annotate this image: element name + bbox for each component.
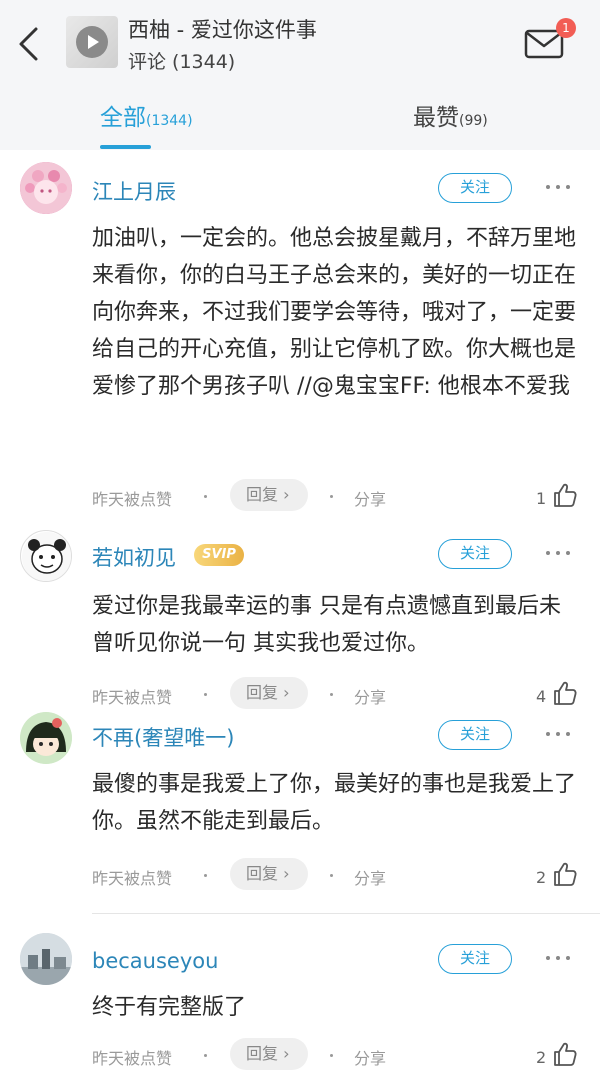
share-button[interactable]: 分享	[354, 486, 386, 510]
more-dots-icon	[556, 956, 560, 960]
reply-button[interactable]: 回复 ›	[230, 677, 308, 709]
comments-title: 评论 (1344)	[128, 51, 236, 73]
reply-button[interactable]: 回复 ›	[230, 858, 308, 890]
avatar-image	[20, 162, 72, 214]
separator-dot	[330, 693, 333, 696]
username[interactable]: 不再(奢望唯一)	[92, 722, 234, 752]
separator-dot	[330, 1054, 333, 1057]
share-button[interactable]: 分享	[354, 865, 386, 889]
more-options-button[interactable]	[542, 181, 574, 195]
thumbs-up-icon	[554, 862, 577, 886]
comment-text: 最傻的事是我爱上了你，最美好的事也是我爱上了你。虽然不能走到最后。	[92, 772, 577, 834]
avatar-image	[20, 933, 72, 985]
song-title: 西柚 - 爱过你这件事	[128, 18, 317, 42]
like-button[interactable]	[552, 861, 578, 887]
more-dots-icon	[546, 732, 550, 736]
follow-button[interactable]: 关注	[438, 944, 512, 974]
follow-button[interactable]: 关注	[438, 720, 512, 750]
tab-label: 全部	[100, 105, 146, 131]
comment-text: 爱过你是我最幸运的事 只是有点遗憾直到最后未曾听见你说一句 其实我也爱过你。	[92, 594, 561, 656]
tab-top[interactable]: 最赞(99)	[413, 98, 488, 150]
more-dots-icon	[546, 956, 550, 960]
song-cover[interactable]	[66, 16, 118, 68]
comment-item: 不再(奢望唯一) 关注 最傻的事是我爱上了你，最美好的事也是我爱上了你。虽然不能…	[0, 710, 600, 915]
username[interactable]: becauseyou	[92, 949, 218, 973]
back-button[interactable]	[14, 26, 44, 62]
tab-label: 最赞	[413, 105, 459, 131]
comment-time: 昨天被点赞	[92, 869, 173, 888]
like-count: 2	[536, 868, 547, 887]
more-options-button[interactable]	[542, 728, 574, 742]
separator-dot	[330, 874, 333, 877]
more-dots-icon	[556, 185, 560, 189]
separator-dot	[330, 495, 333, 498]
more-dots-icon	[546, 551, 550, 555]
like-button[interactable]	[552, 482, 578, 508]
more-dots-icon	[556, 732, 560, 736]
like-button[interactable]	[552, 680, 578, 706]
reply-button[interactable]: 回复 ›	[230, 479, 308, 511]
active-tab-indicator	[100, 145, 151, 149]
follow-button[interactable]: 关注	[438, 173, 512, 203]
like-button[interactable]	[552, 1041, 578, 1067]
avatar[interactable]	[20, 712, 72, 764]
comment-time: 昨天被点赞	[92, 490, 173, 509]
more-options-button[interactable]	[542, 547, 574, 561]
comment-time: 昨天被点赞	[92, 1049, 173, 1068]
tab-count: (99)	[459, 113, 488, 129]
more-dots-icon	[566, 956, 570, 960]
share-button[interactable]: 分享	[354, 1045, 386, 1069]
divider	[92, 913, 600, 914]
username[interactable]: 若如初见	[92, 542, 176, 572]
like-count: 4	[536, 687, 547, 706]
like-count: 2	[536, 1048, 547, 1067]
header: 西柚 - 爱过你这件事 评论 (1344) 1 全部(1344) 最赞(99)	[0, 0, 600, 150]
tab-all[interactable]: 全部(1344)	[100, 98, 193, 150]
thumbs-up-icon	[554, 1042, 577, 1066]
username[interactable]: 江上月辰	[92, 176, 176, 206]
reply-button[interactable]: 回复 ›	[230, 1038, 308, 1070]
tab-count: (1344)	[146, 113, 193, 129]
comment-item: 若如初见 SVIP 关注 爱过你是我最幸运的事 只是有点遗憾直到最后未曾听见你说…	[0, 520, 600, 710]
thumbs-up-icon	[554, 483, 577, 507]
svip-badge: SVIP	[194, 544, 244, 566]
comment-item: becauseyou 关注 终于有完整版了 昨天被点赞 回复 › 分享 2	[0, 915, 600, 1085]
avatar-image	[20, 712, 72, 764]
thumbs-up-icon	[554, 681, 577, 705]
notification-badge: 1	[556, 18, 576, 38]
like-count: 1	[536, 489, 547, 508]
separator-dot	[204, 1054, 207, 1057]
more-dots-icon	[566, 732, 570, 736]
more-dots-icon	[556, 551, 560, 555]
share-button[interactable]: 分享	[354, 684, 386, 708]
separator-dot	[204, 495, 207, 498]
more-dots-icon	[546, 185, 550, 189]
more-options-button[interactable]	[542, 952, 574, 966]
comment-text: 终于有完整版了	[92, 995, 247, 1020]
separator-dot	[204, 693, 207, 696]
more-dots-icon	[566, 551, 570, 555]
play-icon	[88, 35, 99, 49]
avatar-image	[22, 532, 71, 581]
avatar[interactable]	[20, 933, 72, 985]
avatar[interactable]	[20, 530, 72, 582]
comment-time: 昨天被点赞	[92, 688, 173, 707]
comment-item: 江上月辰 关注 加油叭，一定会的。他总会披星戴月，不辞万里地来看你，你的白马王子…	[0, 150, 600, 520]
avatar[interactable]	[20, 162, 72, 214]
back-arrow-icon	[19, 27, 38, 61]
more-dots-icon	[566, 185, 570, 189]
comment-text: 加油叭，一定会的。他总会披星戴月，不辞万里地来看你，你的白马王子总会来的，美好的…	[92, 226, 577, 399]
separator-dot	[204, 874, 207, 877]
follow-button[interactable]: 关注	[438, 539, 512, 569]
